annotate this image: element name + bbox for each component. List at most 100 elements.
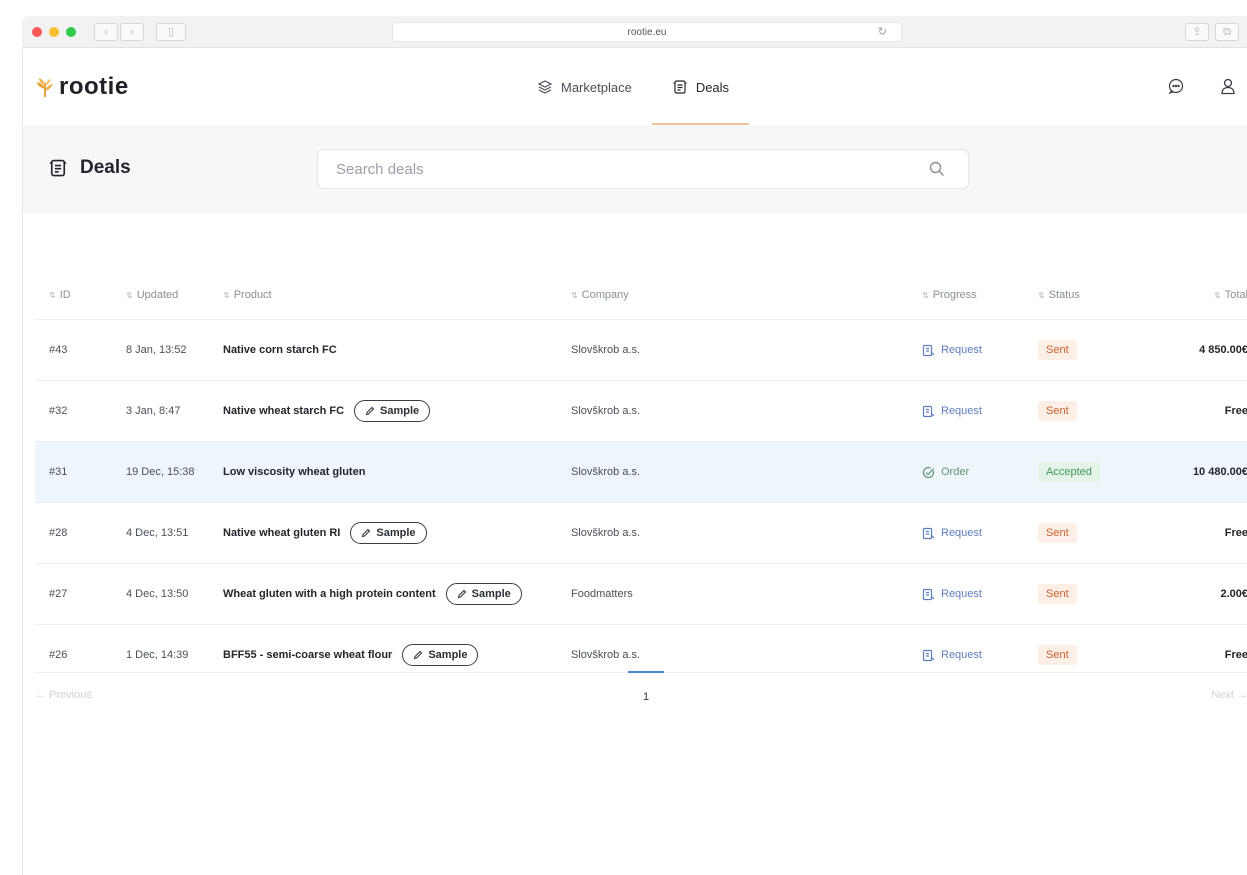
request-icon [922, 649, 935, 661]
chat-icon[interactable] [1167, 77, 1185, 95]
tab-marketplace[interactable]: Marketplace [517, 49, 652, 125]
request-icon [922, 344, 935, 356]
deal-id: #27 [49, 588, 68, 600]
deal-product: Native corn starch FC [223, 320, 337, 380]
deal-progress-label: Order [941, 466, 970, 478]
deal-product: Wheat gluten with a high protein content… [223, 564, 522, 624]
maximize-window-button[interactable] [66, 27, 76, 37]
deal-updated: 4 Dec, 13:51 [126, 527, 189, 539]
deal-company: Slovškrob a.s. [571, 466, 641, 478]
search-input[interactable] [336, 150, 916, 188]
window-controls [32, 27, 76, 37]
sample-badge[interactable]: Sample [402, 644, 479, 666]
deal-status: Sent [1038, 381, 1077, 441]
tab-deals-label: Deals [695, 79, 730, 95]
deal-company: Slovškrob a.s. [571, 527, 641, 539]
deal-progress: Request [922, 320, 982, 380]
deal-progress-label: Request [941, 344, 982, 356]
status-badge: Sent [1038, 645, 1077, 665]
search-box [317, 149, 969, 189]
deal-status: Sent [1038, 320, 1077, 380]
pagination: ← Previous 1 Next → [35, 671, 1247, 722]
tab-marketplace-label: Marketplace [561, 79, 632, 95]
page-title-text: Deals [80, 157, 131, 178]
deal-progress-label: Request [941, 527, 982, 539]
deal-total: Free [1224, 405, 1247, 417]
column-header-status[interactable]: Status [1038, 289, 1080, 301]
deal-id: #32 [49, 405, 68, 417]
deal-total: 2.00€ [1220, 588, 1247, 600]
tabs-button[interactable]: ⧉ [1215, 23, 1239, 41]
back-button[interactable]: ‹ [94, 23, 118, 41]
deal-progress: Order [922, 442, 969, 502]
sample-badge-label: Sample [428, 649, 468, 661]
deal-progress: Request [922, 503, 982, 563]
deal-id: #31 [49, 466, 68, 478]
status-badge: Sent [1038, 523, 1077, 543]
status-badge: Sent [1038, 401, 1077, 421]
sample-badge[interactable]: Sample [445, 583, 522, 605]
deal-product: Native wheat gluten RI Sample [223, 503, 427, 563]
forward-button[interactable]: › [120, 23, 144, 41]
logo-text: rootie [59, 73, 129, 100]
sample-badge[interactable]: Sample [354, 400, 431, 422]
deal-product: Low viscosity wheat gluten [223, 442, 365, 502]
browser-actions: ⇪ ⧉ [1185, 23, 1239, 41]
header-actions [1167, 77, 1237, 95]
deal-product-name: BFF55 - semi-coarse wheat flour [223, 649, 393, 661]
share-button[interactable]: ⇪ [1185, 23, 1209, 41]
next-page-button[interactable]: Next → [1211, 689, 1247, 701]
table-row[interactable]: #27 4 Dec, 13:50 Wheat gluten with a hig… [35, 563, 1247, 624]
table-row[interactable]: #43 8 Jan, 13:52 Native corn starch FC S… [35, 319, 1247, 380]
minimize-window-button[interactable] [49, 27, 59, 37]
column-header-company[interactable]: Company [571, 289, 629, 301]
deal-updated: 3 Jan, 8:47 [126, 405, 181, 417]
table-header: ID Updated Product Company Progress Stat… [35, 271, 1247, 319]
deal-product-name: Native wheat gluten RI [223, 527, 341, 539]
pencil-icon [365, 406, 375, 416]
reload-icon[interactable]: ↻ [878, 25, 887, 38]
sample-badge[interactable]: Sample [350, 522, 427, 544]
deal-product-name: Wheat gluten with a high protein content [223, 588, 436, 600]
deal-id: #43 [49, 344, 68, 356]
logo[interactable]: rootie [35, 73, 129, 101]
column-header-total[interactable]: Total [1214, 289, 1247, 301]
address-bar[interactable]: rootie.eu ↻ [392, 22, 902, 42]
column-header-updated[interactable]: Updated [126, 289, 179, 301]
column-header-product[interactable]: Product [223, 289, 272, 301]
status-badge: Sent [1038, 340, 1077, 360]
page-number-current[interactable]: 1 [628, 671, 664, 703]
deal-progress-label: Request [941, 405, 982, 417]
sample-badge-label: Sample [380, 405, 420, 417]
wheat-logo-icon [37, 78, 53, 97]
deal-total: 10 480.00€ [1192, 466, 1247, 478]
request-icon [922, 527, 935, 539]
deal-status: Sent [1038, 503, 1077, 563]
browser-nav: ‹ › [94, 23, 144, 41]
deal-id: #28 [49, 527, 68, 539]
app-window: rootie Marketplace Deals Deals Search de… [22, 49, 1247, 875]
close-window-button[interactable] [32, 27, 42, 37]
browser-toolbar: ‹ › ▯ rootie.eu ↻ ⇪ ⧉ [22, 16, 1247, 48]
table-row[interactable]: #31 19 Dec, 15:38 Low viscosity wheat gl… [35, 441, 1247, 502]
url-text: rootie.eu [627, 27, 667, 38]
deal-status: Sent [1038, 564, 1077, 624]
deals-icon [673, 80, 687, 94]
search-icon[interactable] [928, 160, 946, 178]
column-header-id[interactable]: ID [49, 289, 71, 301]
column-header-progress[interactable]: Progress [922, 289, 977, 301]
deal-status: Accepted [1038, 442, 1100, 502]
deal-total: 4 850.00€ [1199, 344, 1247, 356]
deal-company: Foodmatters [571, 588, 633, 600]
table-row[interactable]: #32 3 Jan, 8:47 Native wheat starch FC S… [35, 380, 1247, 441]
previous-page-button[interactable]: ← Previous [35, 689, 92, 701]
page-title: Deals [48, 157, 131, 179]
table-row[interactable]: #28 4 Dec, 13:51 Native wheat gluten RI … [35, 502, 1247, 563]
deal-product: Native wheat starch FC Sample [223, 381, 431, 441]
deal-progress-label: Request [941, 588, 982, 600]
tab-deals[interactable]: Deals [651, 49, 750, 125]
deal-updated: 8 Jan, 13:52 [126, 344, 187, 356]
deal-total: Free [1224, 527, 1247, 539]
user-icon[interactable] [1219, 77, 1237, 95]
sidebar-toggle-button[interactable]: ▯ [156, 23, 186, 41]
